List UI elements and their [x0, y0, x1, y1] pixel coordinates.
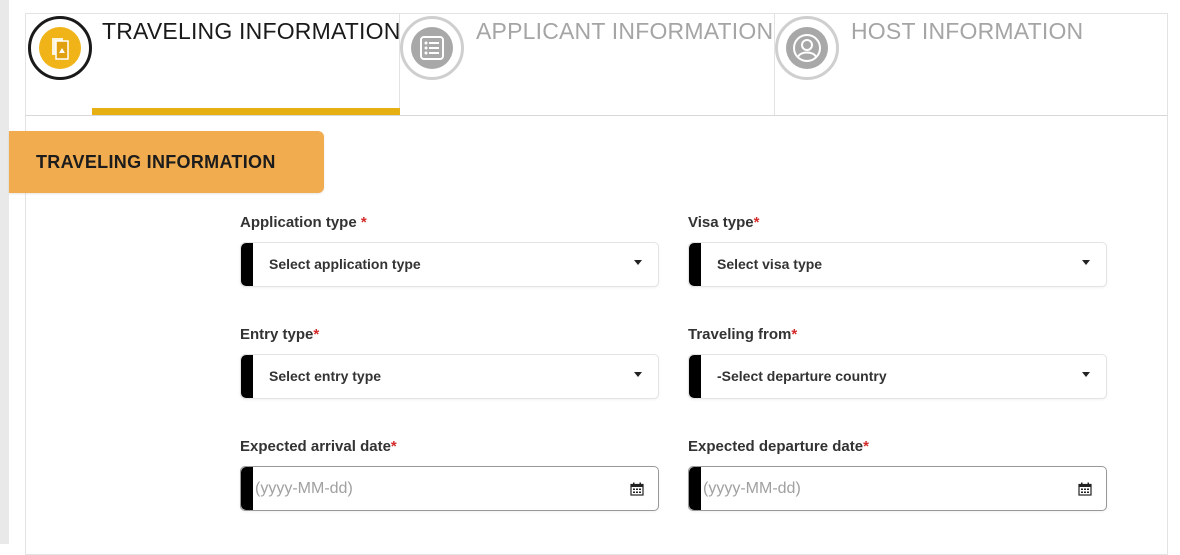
tab-host-information[interactable]: HOST INFORMATION	[775, 14, 1167, 115]
tab-icon-circle	[400, 16, 464, 80]
user-icon	[786, 27, 828, 69]
arrival-date-wrapper	[240, 466, 659, 511]
required-mark: *	[360, 214, 367, 231]
visa-type-label: Visa type*	[688, 214, 1107, 234]
tab-icon-circle	[775, 16, 839, 80]
application-type-field: Application type * Select application ty…	[240, 214, 659, 287]
tab-icon-circle	[28, 16, 92, 80]
chevron-down-icon	[634, 260, 642, 265]
list-icon	[411, 27, 453, 69]
section-title: TRAVELING INFORMATION	[9, 131, 324, 193]
traveling-from-select[interactable]: -Select departure country	[688, 354, 1107, 399]
field-label-text: Expected departure date	[688, 438, 864, 455]
arrival-date-label: Expected arrival date*	[240, 438, 659, 458]
selected-value: Select entry type	[269, 368, 382, 384]
tab-label: TRAVELING INFORMATION	[102, 18, 401, 44]
passport-icon	[39, 27, 81, 69]
chevron-down-icon	[1082, 260, 1090, 265]
traveling-from-label: Traveling from*	[688, 326, 1107, 346]
select-accent-bar	[689, 355, 701, 398]
departure-date-input[interactable]	[703, 467, 1063, 510]
chevron-down-icon	[634, 372, 642, 377]
departure-date-field: Expected departure date*	[688, 438, 1107, 511]
field-label-text: Traveling from	[688, 326, 792, 343]
tab-label: APPLICANT INFORMATION	[476, 18, 774, 44]
field-label-text: Visa type	[688, 214, 754, 231]
tab-label: HOST INFORMATION	[851, 18, 1084, 44]
traveling-from-field: Traveling from* -Select departure countr…	[688, 326, 1107, 399]
field-label-text: Expected arrival date	[240, 438, 391, 455]
arrival-date-input[interactable]	[255, 467, 615, 510]
input-accent-bar	[689, 467, 701, 510]
active-tab-indicator	[92, 108, 400, 115]
select-accent-bar	[241, 355, 253, 398]
calendar-icon[interactable]	[1078, 482, 1092, 496]
select-accent-bar	[241, 243, 253, 286]
tab-traveling-information[interactable]: TRAVELING INFORMATION	[26, 14, 400, 115]
application-type-select[interactable]: Select application type	[240, 242, 659, 287]
required-mark: *	[753, 214, 760, 231]
departure-date-wrapper	[688, 466, 1107, 511]
select-accent-bar	[689, 243, 701, 286]
required-mark: *	[863, 438, 869, 455]
selected-value: Select application type	[269, 256, 421, 272]
field-label-text: Entry type	[240, 326, 314, 343]
application-type-label: Application type *	[240, 214, 659, 234]
arrival-date-field: Expected arrival date*	[240, 438, 659, 511]
entry-type-select[interactable]: Select entry type	[240, 354, 659, 399]
wizard-tabs: TRAVELING INFORMATION APPLICANT INFORMAT…	[25, 13, 1168, 115]
calendar-icon[interactable]	[630, 482, 644, 496]
tab-applicant-information[interactable]: APPLICANT INFORMATION	[400, 14, 775, 115]
selected-value: Select visa type	[717, 256, 823, 272]
required-mark: *	[313, 326, 320, 343]
entry-type-field: Entry type* Select entry type	[240, 326, 659, 399]
required-mark: *	[791, 326, 798, 343]
entry-type-label: Entry type*	[240, 326, 659, 346]
field-label-text: Application type	[240, 214, 361, 231]
visa-type-select[interactable]: Select visa type	[688, 242, 1107, 287]
selected-value: -Select departure country	[717, 368, 887, 384]
departure-date-label: Expected departure date*	[688, 438, 1107, 458]
input-accent-bar	[241, 467, 253, 510]
visa-type-field: Visa type* Select visa type	[688, 214, 1107, 287]
chevron-down-icon	[1082, 372, 1090, 377]
required-mark: *	[390, 438, 397, 455]
left-edge-bar	[0, 0, 9, 544]
